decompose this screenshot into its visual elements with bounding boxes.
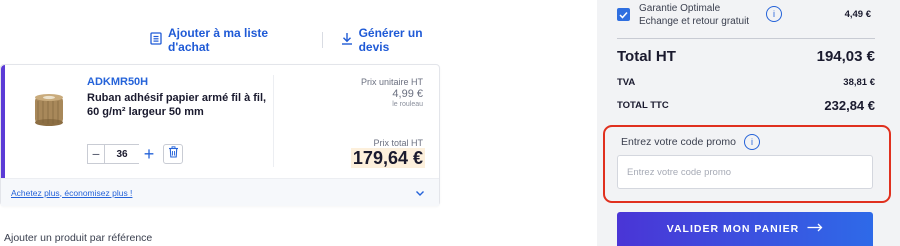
add-to-list-label: Ajouter à ma liste d'achat: [168, 26, 269, 54]
total-price: 179,64 €: [350, 148, 425, 168]
total-price-label: Prix total HT: [373, 138, 423, 148]
buy-more-link[interactable]: Achetez plus, économisez plus !: [11, 188, 132, 198]
product-card: ADKMR50H Ruban adhésif papier armé fil à…: [0, 64, 440, 206]
add-to-list-button[interactable]: Ajouter à ma liste d'achat: [150, 26, 304, 54]
add-by-reference-heading: Ajouter un produit par référence: [4, 232, 153, 244]
tva-row: TVA 38,81 €: [617, 77, 875, 88]
guarantee-label: Garantie Optimale Echange et retour grat…: [639, 2, 749, 28]
decrease-quantity-button[interactable]: −: [87, 144, 105, 164]
cart-page: Ajouter à ma liste d'achat Générer un de…: [0, 0, 900, 246]
promo-label: Entrez votre code promo i: [621, 134, 760, 150]
chevron-down-icon[interactable]: [415, 184, 425, 202]
trash-icon: [168, 145, 179, 163]
total-ht-row: Total HT 194,03 €: [617, 48, 875, 65]
total-ht-label: Total HT: [617, 48, 676, 65]
plus-icon: +: [143, 143, 155, 164]
download-icon: [341, 32, 353, 48]
arrow-right-icon: [807, 223, 823, 235]
quantity-field[interactable]: 36: [105, 144, 139, 164]
unit-price-label: Prix unitaire HT: [360, 77, 423, 87]
tape-roll-image[interactable]: [29, 93, 69, 127]
total-ttc-row: TOTAL TTC 232,84 €: [617, 98, 875, 113]
unit-price-unit: le rouleau: [392, 101, 423, 108]
card-footer: Achetez plus, économisez plus !: [1, 178, 439, 206]
promo-code-input[interactable]: [617, 155, 873, 189]
validate-cart-label: VALIDER MON PANIER: [666, 223, 800, 235]
summary-divider: [617, 38, 875, 39]
product-name[interactable]: Ruban adhésif papier armé fil à fil, 60 …: [87, 91, 272, 119]
list-icon: [150, 32, 162, 48]
card-accent-bar: [1, 65, 5, 178]
unit-price: 4,99 €: [392, 88, 423, 100]
total-ttc-label: TOTAL TTC: [617, 100, 669, 111]
quantity-stepper: − 36 +: [87, 144, 183, 164]
tva-value: 38,81 €: [843, 77, 875, 88]
check-icon: [619, 6, 628, 24]
tva-label: TVA: [617, 77, 636, 88]
info-icon[interactable]: i: [766, 6, 782, 22]
guarantee-subtitle: Echange et retour gratuit: [639, 16, 750, 27]
guarantee-title: Garantie Optimale: [639, 3, 721, 14]
cart-actions: Ajouter à ma liste d'achat Générer un de…: [150, 26, 450, 54]
minus-icon: −: [91, 146, 101, 162]
generate-quote-label: Générer un devis: [358, 26, 423, 54]
info-icon[interactable]: i: [743, 134, 760, 150]
product-reference[interactable]: ADKMR50H: [87, 76, 148, 88]
cart-summary-panel: Garantie Optimale Echange et retour grat…: [597, 0, 900, 246]
guarantee-price: 4,49 €: [844, 9, 871, 20]
total-ht-value: 194,03 €: [816, 48, 875, 65]
validate-cart-button[interactable]: VALIDER MON PANIER: [617, 212, 873, 246]
actions-divider: [321, 32, 323, 48]
promo-label-text: Entrez votre code promo: [621, 136, 736, 148]
guarantee-checkbox[interactable]: [617, 8, 630, 21]
increase-quantity-button[interactable]: +: [139, 144, 159, 164]
total-ttc-value: 232,84 €: [824, 98, 875, 113]
generate-quote-button[interactable]: Générer un devis: [341, 26, 450, 54]
delete-item-button[interactable]: [163, 144, 183, 164]
card-divider: [273, 75, 274, 167]
